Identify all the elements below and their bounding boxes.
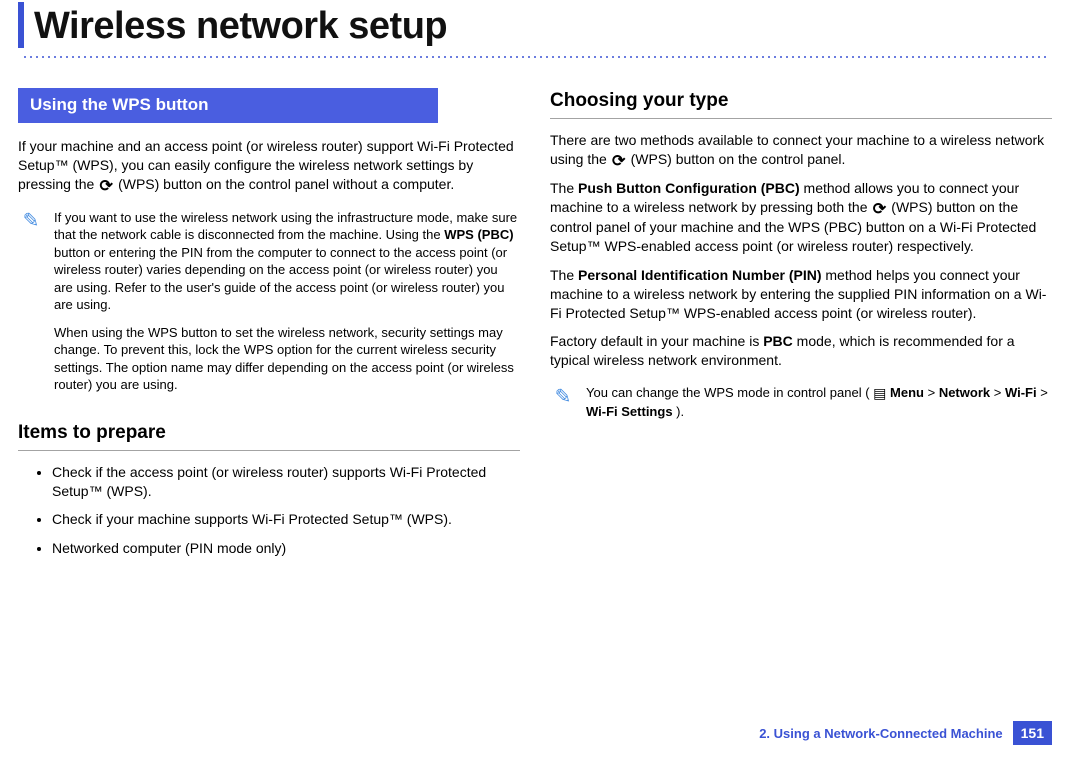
note2-paragraph: When using the WPS button to set the wir… (54, 324, 518, 394)
gt1: > (928, 385, 939, 400)
title-underline (22, 56, 1048, 58)
title-area: Wireless network setup (18, 0, 1052, 48)
note-box-1: ✎ If you want to use the wireless networ… (18, 209, 520, 404)
p4: Factory default in your machine is PBC m… (550, 332, 1052, 370)
items-list: Check if the access point (or wireless r… (18, 463, 520, 559)
note1-paragraph: If you want to use the wireless network … (54, 209, 518, 314)
p3-a: The (550, 267, 578, 283)
note1-b: button or entering the PIN from the comp… (54, 245, 507, 313)
p2-bold: Push Button Configuration (PBC) (578, 180, 800, 196)
section-header-wps: Using the WPS button (18, 88, 438, 123)
note-icon: ✎ (18, 209, 44, 235)
items-underline (18, 450, 520, 451)
p2: The Push Button Configuration (PBC) meth… (550, 179, 1052, 255)
note1-bold: WPS (PBC) (444, 227, 513, 242)
note-wifi: Wi-Fi (1005, 385, 1037, 400)
p4-bold: PBC (763, 333, 793, 349)
wps-icon: ⟳ (871, 202, 887, 218)
document-page: Wireless network setup Using the WPS but… (0, 0, 1080, 763)
choosing-underline (550, 118, 1052, 119)
note-wifisettings: Wi-Fi Settings (586, 404, 673, 419)
list-item: Check if the access point (or wireless r… (52, 463, 520, 501)
footer: 2. Using a Network-Connected Machine 151 (759, 721, 1052, 745)
choosing-heading: Choosing your type (550, 88, 1052, 114)
intro-paragraph: If your machine and an access point (or … (18, 137, 520, 195)
list-item: Check if your machine supports Wi-Fi Pro… (52, 510, 520, 529)
note-r-a: You can change the WPS mode in control p… (586, 385, 873, 400)
gt3: > (1040, 385, 1048, 400)
right-column: Choosing your type There are two methods… (550, 88, 1052, 568)
left-column: Using the WPS button If your machine and… (18, 88, 520, 568)
p3: The Personal Identification Number (PIN)… (550, 266, 1052, 323)
page-title: Wireless network setup (34, 5, 447, 48)
footer-page-number: 151 (1013, 721, 1052, 745)
p4-a: Factory default in your machine is (550, 333, 763, 349)
menu-icon: ▤ (873, 384, 886, 403)
p2-a: The (550, 180, 578, 196)
p3-bold: Personal Identification Number (PIN) (578, 267, 821, 283)
note-text: You can change the WPS mode in control p… (586, 384, 1050, 430)
gt2: > (994, 385, 1005, 400)
intro-text-b: (WPS) button on the control panel withou… (118, 176, 454, 192)
title-marker (18, 2, 24, 48)
note-network: Network (939, 385, 990, 400)
note-right-paragraph: You can change the WPS mode in control p… (586, 384, 1050, 420)
footer-chapter: 2. Using a Network-Connected Machine (759, 726, 1002, 741)
p1: There are two methods available to conne… (550, 131, 1052, 170)
note-box-2: ✎ You can change the WPS mode in control… (550, 384, 1052, 430)
wps-icon: ⟳ (98, 179, 114, 195)
note-menu: Menu (890, 385, 924, 400)
wps-icon: ⟳ (611, 153, 627, 169)
note-text: If you want to use the wireless network … (54, 209, 518, 404)
items-heading: Items to prepare (18, 420, 520, 446)
p1-b: (WPS) button on the control panel. (631, 151, 846, 167)
note-icon: ✎ (550, 384, 576, 410)
columns: Using the WPS button If your machine and… (18, 88, 1052, 568)
list-item: Networked computer (PIN mode only) (52, 539, 520, 558)
note-r-b: ). (676, 404, 684, 419)
